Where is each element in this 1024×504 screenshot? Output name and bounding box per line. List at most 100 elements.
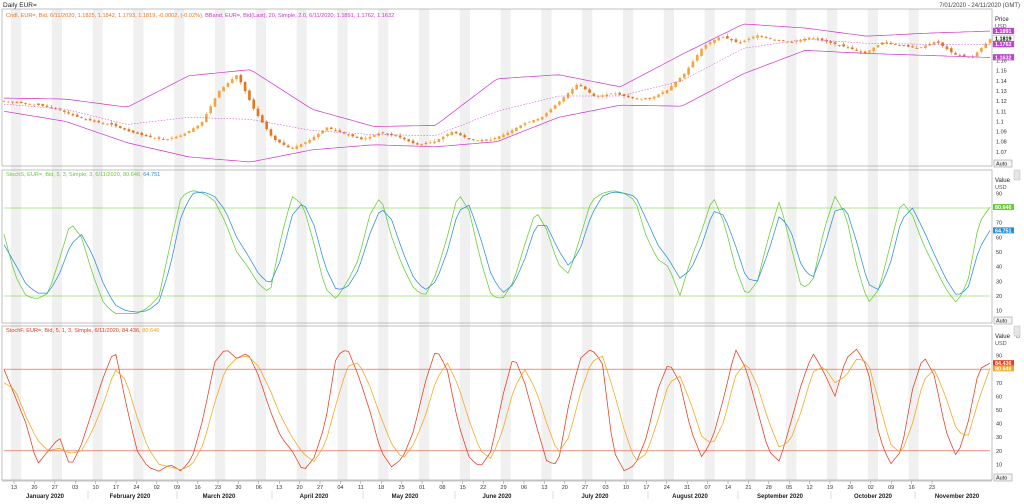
week-shade-band xyxy=(908,9,919,480)
week-shade-band xyxy=(215,9,226,480)
candle-body xyxy=(278,139,281,143)
stochf-tick-label: 70 xyxy=(996,381,1002,387)
stochs-auto-button[interactable]: Auto xyxy=(993,316,1013,325)
price-tick-label: 1.07 xyxy=(996,150,1007,156)
price-tick-label: 1.13 xyxy=(996,89,1007,95)
stochs-tick-label: 40 xyxy=(996,265,1002,271)
candle-body xyxy=(28,104,32,105)
candle-body xyxy=(502,134,505,138)
x-tick-label: 30 xyxy=(235,485,241,491)
week-shade-band xyxy=(663,9,674,480)
x-tick-label: 15 xyxy=(460,485,466,491)
candle-body xyxy=(540,116,544,120)
week-shade-band xyxy=(419,9,430,480)
stochs-tick-label: 10 xyxy=(996,309,1002,315)
price-value-tag-label: 1.1632 xyxy=(995,55,1012,61)
candle-body xyxy=(153,137,156,139)
candle-body xyxy=(209,106,212,114)
candle-body xyxy=(670,86,673,91)
stochf-tick-label: 90 xyxy=(996,354,1002,360)
week-shade-band xyxy=(541,9,552,480)
candle-body xyxy=(226,83,230,87)
stochf-auto-button[interactable]: Auto xyxy=(993,473,1013,482)
x-tick-label: 16 xyxy=(909,485,915,491)
x-tick-label: 23 xyxy=(929,485,935,491)
candle-body xyxy=(166,139,169,141)
candle-body xyxy=(631,96,634,99)
candle-body xyxy=(407,139,411,142)
candle-body xyxy=(144,134,148,137)
x-tick-label: 02 xyxy=(154,485,160,491)
candle-body xyxy=(493,137,497,140)
candle-body xyxy=(187,130,191,134)
stochs-value-tag-label: 64.751 xyxy=(995,228,1012,234)
candle-body xyxy=(200,121,204,126)
candle-body xyxy=(162,139,165,140)
x-tick-label: 29 xyxy=(501,485,507,491)
x-tick-label: 10 xyxy=(93,485,99,491)
candle-body xyxy=(743,40,746,43)
candle-body xyxy=(472,139,475,141)
stochs-scroll-handle[interactable] xyxy=(1013,169,1021,181)
candle-body xyxy=(497,136,501,139)
candle-body xyxy=(93,120,96,122)
candle-body xyxy=(235,75,238,80)
price-tick-label: 1.11 xyxy=(996,109,1006,115)
candle-body xyxy=(230,79,234,83)
candle-body xyxy=(7,101,10,103)
candle-body xyxy=(179,135,182,138)
candle-body xyxy=(527,121,531,123)
candle-body xyxy=(807,37,811,40)
candle-body xyxy=(898,45,901,46)
window-title: Daily EUR= xyxy=(3,2,37,9)
candle-body xyxy=(127,129,131,132)
candle-body xyxy=(816,38,820,40)
candle-body xyxy=(838,45,841,46)
candle-body xyxy=(794,41,798,43)
month-label: April 2020 xyxy=(300,494,329,500)
price-auto-button[interactable]: Auto xyxy=(993,159,1013,168)
candle-body xyxy=(756,35,759,38)
stochf-header-main: StochF, EUR=, Bid, 5, 1, 3, Simple, 6/11… xyxy=(6,328,142,334)
week-shade-band xyxy=(11,9,22,480)
candle-body xyxy=(592,93,596,96)
candle-body xyxy=(312,136,316,141)
candle-body xyxy=(652,96,656,99)
candle-body xyxy=(717,37,721,41)
candle-body xyxy=(919,47,923,49)
x-tick-label: 09 xyxy=(174,485,180,491)
candle-body xyxy=(196,125,200,129)
candle-body xyxy=(885,42,888,44)
candle-body xyxy=(265,121,268,130)
candle-body xyxy=(549,109,553,113)
candle-body xyxy=(579,84,583,87)
x-tick-label: 12 xyxy=(807,485,813,491)
candle-body xyxy=(855,49,858,51)
stochf-tick-label: 20 xyxy=(996,449,1002,455)
x-tick-label: 18 xyxy=(378,485,384,491)
month-label: July 2020 xyxy=(581,494,609,500)
candle-body xyxy=(248,90,251,100)
date-range: 7/01/2020 - 24/11/2020 (GMT) xyxy=(939,3,1020,9)
candle-body xyxy=(398,135,402,138)
week-shade-band xyxy=(745,9,756,480)
candle-body xyxy=(618,92,622,95)
week-shade-band xyxy=(867,9,878,480)
candle-body xyxy=(45,105,49,107)
candle-body xyxy=(2,101,6,102)
candle-body xyxy=(136,132,139,134)
candle-body xyxy=(364,138,367,140)
candle-body xyxy=(773,39,777,41)
candle-body xyxy=(575,84,578,90)
candle-body xyxy=(790,42,794,43)
candle-body xyxy=(614,93,617,95)
candle-body xyxy=(416,143,419,145)
candle-body xyxy=(665,90,669,94)
candle-body xyxy=(80,117,83,119)
stochf-scroll-handle[interactable] xyxy=(1013,325,1021,337)
candle-body xyxy=(428,142,432,144)
candle-body xyxy=(863,51,867,54)
candle-body xyxy=(609,93,613,95)
candle-body xyxy=(252,99,256,109)
x-tick-label: 13 xyxy=(11,485,17,491)
